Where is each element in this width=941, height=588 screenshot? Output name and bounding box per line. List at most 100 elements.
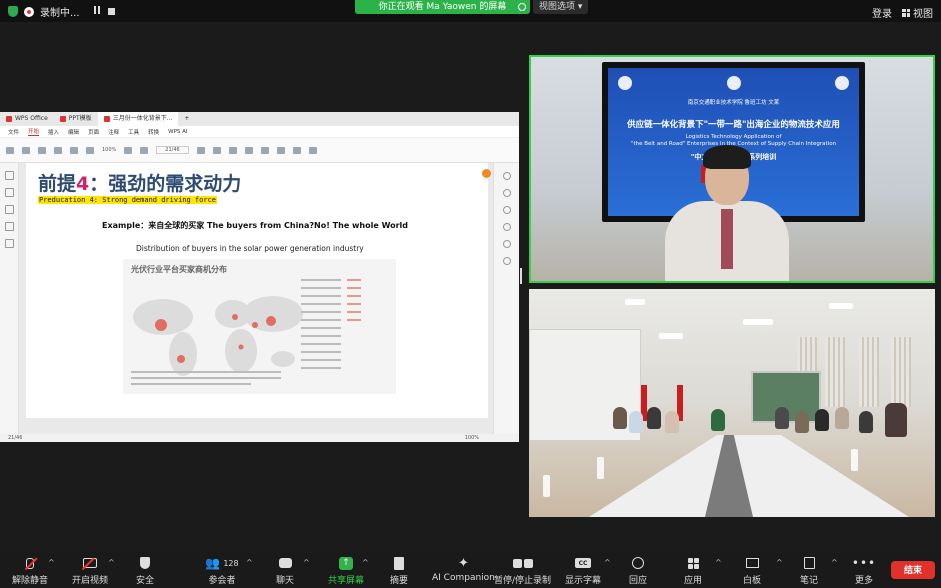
reactions-button[interactable]: 回应 (629, 555, 647, 586)
ribbon-tool[interactable] (140, 146, 149, 154)
panel-resize-handle[interactable] (520, 268, 522, 284)
search-icon[interactable] (4, 239, 14, 248)
tab-ppt-template[interactable]: PPT模板 (54, 112, 98, 126)
notes-caret-icon[interactable]: ^ (831, 558, 838, 567)
tool-icon[interactable] (502, 206, 511, 214)
security-shield-icon (8, 6, 18, 17)
ribbon-tool[interactable] (6, 146, 14, 154)
comment-icon[interactable] (4, 205, 14, 214)
share-caret-icon[interactable]: ^ (362, 558, 369, 567)
ribbon-tool[interactable] (276, 146, 285, 154)
menu-wps-ai[interactable]: WPS AI (168, 129, 187, 135)
whiteboard-label: 白板 (743, 576, 762, 586)
captions-button[interactable]: CC 显示字幕 (565, 555, 601, 586)
more-button[interactable]: ••• 更多 (852, 555, 875, 586)
tag-icon[interactable] (4, 222, 14, 231)
status-zoom[interactable]: 100% (465, 435, 479, 441)
ribbon-tool[interactable] (54, 146, 62, 154)
partner-logo-icon (835, 76, 849, 90)
pause-stop-recording-button[interactable]: 暂停/停止录制 (494, 555, 551, 586)
ribbon-tool[interactable] (70, 146, 78, 154)
new-tab-button[interactable]: + (178, 112, 195, 126)
tool-icon[interactable] (502, 172, 511, 180)
menu-insert[interactable]: 插入 (48, 128, 59, 136)
participants-button[interactable]: 👥 128 参会者 (202, 555, 242, 586)
ai-companion-button[interactable]: ✦ AI Companion (432, 555, 495, 584)
recording-indicator[interactable]: 录制中... (8, 4, 115, 19)
ribbon-tool[interactable] (308, 146, 317, 154)
tool-icon[interactable] (502, 257, 511, 265)
menu-convert[interactable]: 转换 (148, 128, 159, 136)
apps-button[interactable]: 应用 (684, 555, 702, 586)
menu-edit[interactable]: 编辑 (68, 128, 79, 136)
world-map-image (131, 279, 361, 385)
bookmark-icon[interactable] (4, 188, 14, 197)
zoom-value[interactable]: 100% (102, 147, 116, 153)
menu-file[interactable]: 文件 (8, 128, 19, 136)
start-video-label: 开启视频 (72, 576, 109, 586)
whiteboard-button[interactable]: 白板 (743, 555, 761, 586)
unmute-button[interactable]: 解除静音 (12, 555, 48, 586)
slide-example-text: Example：来自全球的买家 The buyers from China?No… (102, 221, 409, 230)
participants-label: 参会者 (208, 576, 236, 586)
tool-icon[interactable] (502, 223, 511, 231)
shared-screen[interactable]: WPS Office PPT模板 三月份一体化背景下... + 文件 开始 插入… (0, 112, 519, 442)
viewing-screen-banner[interactable]: 你正在观看 Ma Yaowen 的屏幕 (355, 0, 530, 14)
thumbnail-icon[interactable] (4, 171, 14, 180)
tool-icon[interactable] (502, 189, 511, 197)
ribbon-tool[interactable] (22, 146, 30, 154)
ribbon-tool[interactable] (228, 146, 237, 154)
video-tile-classroom[interactable] (529, 289, 935, 517)
page-indicator[interactable]: 21/46 (156, 146, 189, 154)
ribbon-tool[interactable] (244, 146, 253, 154)
tab-wps-office[interactable]: WPS Office (0, 112, 54, 126)
video-options-caret-icon[interactable]: ^ (108, 558, 115, 567)
share-screen-label: 共享屏幕 (328, 576, 365, 586)
stop-recording-icon[interactable] (107, 8, 115, 15)
chat-label: 聊天 (276, 576, 295, 586)
viewing-banner-text: 你正在观看 Ma Yaowen 的屏幕 (378, 2, 507, 12)
video-tile-speaker[interactable]: 南京交通职业技术学院 鲁班工坊 文莱 供应链一体化背景下"一带一路"出海企业的物… (529, 55, 935, 283)
menu-annotate[interactable]: 注释 (108, 128, 119, 136)
audio-options-caret-icon[interactable]: ^ (48, 558, 55, 567)
ribbon-tool[interactable] (124, 146, 133, 154)
ribbon-tool[interactable] (292, 146, 301, 154)
summary-button[interactable]: 摘要 (390, 555, 408, 586)
menu-start[interactable]: 开始 (28, 127, 40, 136)
chat-button[interactable]: 聊天 (276, 555, 294, 586)
whiteboard-caret-icon[interactable]: ^ (776, 558, 783, 567)
share-screen-button[interactable]: ↑ 共享屏幕 (328, 555, 364, 586)
ribbon-tool[interactable] (260, 146, 269, 154)
participants-caret-icon[interactable]: ^ (246, 558, 253, 567)
ribbon-tool[interactable] (86, 146, 94, 154)
title-suffix: ：强劲的需求动力 (89, 173, 242, 195)
slide-distribution-text: Distribution of buyers in the solar powe… (136, 244, 364, 253)
captions-caret-icon[interactable]: ^ (604, 558, 611, 567)
buyer-distribution-image: 光伏行业平台买家商机分布 (123, 259, 396, 394)
security-button[interactable]: 安全 (136, 555, 154, 586)
document-workspace: 前提4：强劲的需求动力 Preducation 4: Strong demand… (0, 163, 519, 434)
chat-caret-icon[interactable]: ^ (303, 558, 310, 567)
speaker-video-feed: 南京交通职业技术学院 鲁班工坊 文莱 供应链一体化背景下"一带一路"出海企业的物… (531, 57, 933, 281)
view-button[interactable]: 视图 (902, 5, 933, 20)
sparkle-icon: ✦ (457, 555, 469, 571)
tab-label: 三月份一体化背景下... (112, 115, 173, 122)
apps-caret-icon[interactable]: ^ (715, 558, 722, 567)
start-video-button[interactable]: 开启视频 (72, 555, 108, 586)
tool-icon[interactable] (502, 240, 511, 248)
view-options-button[interactable]: 视图选项 ▾ (533, 0, 589, 14)
page-nav[interactable]: 21/46 (8, 435, 22, 441)
end-meeting-button[interactable]: 结束 (891, 561, 935, 579)
tab-current-document[interactable]: 三月份一体化背景下... (97, 112, 179, 126)
ribbon-tool[interactable] (212, 146, 221, 154)
assistant-icon[interactable] (482, 169, 491, 178)
ribbon-tool[interactable] (38, 146, 46, 154)
notes-button[interactable]: 笔记 (800, 555, 818, 586)
left-sidebar (0, 163, 19, 434)
ribbon-tool[interactable] (196, 146, 205, 154)
menu-tools[interactable]: 工具 (128, 128, 139, 136)
whiteboard-icon (745, 558, 759, 568)
menu-page[interactable]: 页面 (88, 128, 99, 136)
login-button[interactable]: 登录 (872, 5, 892, 20)
pause-recording-icon[interactable] (93, 6, 102, 17)
